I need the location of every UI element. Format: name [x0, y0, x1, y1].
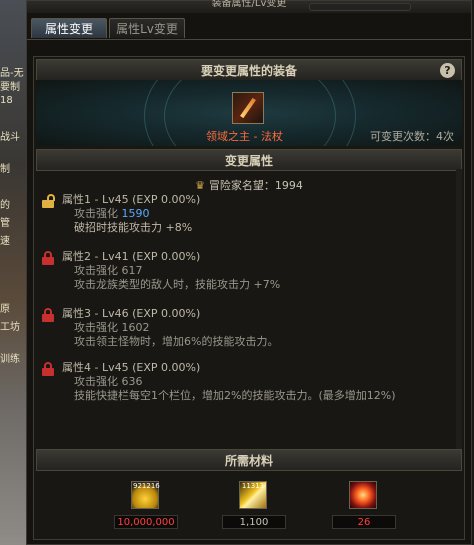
bg-text: 的 — [0, 200, 10, 211]
gold-coins-icon: 921216 — [131, 481, 160, 509]
materials-section-header: 所需材料 — [36, 449, 462, 471]
bg-text: 18 — [0, 95, 13, 106]
titlebar-decoration — [309, 3, 411, 11]
materials-section-title: 所需材料 — [224, 454, 273, 468]
materials-list: 921216 10,000,000 11313 1,100 26 — [36, 471, 462, 537]
lock-icon[interactable] — [42, 251, 54, 265]
bg-text: 工坊 — [0, 322, 20, 333]
change-section-header: 变更属性 — [36, 149, 462, 171]
bg-text: 战斗 — [0, 132, 20, 143]
tab-attribute-change[interactable]: 属性变更 — [31, 18, 107, 38]
equipment-section-header: 要变更属性的装备 ? — [36, 59, 462, 81]
fame-text: 冒险家名望：1994 — [208, 179, 303, 192]
tab-attribute-level-change[interactable]: 属性Lv变更 — [109, 18, 185, 38]
unlock-icon[interactable] — [42, 194, 55, 208]
bg-text: 速 — [0, 236, 10, 247]
item-name: 领域之主 - 法杖 — [206, 130, 283, 143]
staff-item-icon[interactable] — [232, 92, 264, 124]
material-gem[interactable]: 11313 1,100 — [222, 481, 286, 531]
bg-text: 训练 — [0, 354, 20, 365]
equipment-display: 领域之主 - 法杖 可变更次数：4次 — [36, 80, 462, 146]
attribute-effect: 攻击龙族类型的敌人时，技能攻击力 +7% — [74, 278, 281, 291]
bg-text: 制 — [0, 164, 10, 175]
equipment-section-title: 要变更属性的装备 — [200, 64, 297, 78]
material-count: 26 — [332, 515, 396, 529]
main-panel: 要变更属性的装备 ? 领域之主 - 法杖 可变更次数：4次 变更属性 ♛ 冒险家名… — [33, 56, 465, 540]
help-button[interactable]: ? — [440, 63, 455, 78]
attribute-scrollbar[interactable] — [456, 169, 462, 449]
lock-icon[interactable] — [42, 308, 54, 322]
equipment-attribute-window: 装备属性/Lv变更 属性变更 属性Lv变更 要变更属性的装备 ? 领域之主 - … — [26, 0, 472, 545]
window-title: 装备属性/Lv变更 — [211, 0, 287, 9]
bg-text: 要制 — [0, 82, 20, 93]
orb-icon — [349, 481, 377, 509]
bg-text: 原 — [0, 304, 10, 315]
material-count: 1,100 — [222, 515, 286, 529]
bg-text: 管 — [0, 218, 10, 229]
lock-icon[interactable] — [42, 362, 54, 376]
tab-bar: 属性变更 属性Lv变更 — [27, 15, 471, 40]
gem-icon: 11313 — [239, 481, 267, 509]
change-section-title: 变更属性 — [224, 154, 273, 168]
attribute-effect: 技能快捷栏每空1个栏位，增加2%的技能攻击力。(最多增加12%) — [74, 389, 396, 402]
material-count: 10,000,000 — [114, 515, 178, 529]
window-titlebar[interactable]: 装备属性/Lv变更 — [27, 0, 471, 13]
attribute-effect: 攻击领主怪物时，增加6%的技能攻击力。 — [74, 335, 279, 348]
remaining-changes: 可变更次数：4次 — [370, 130, 454, 143]
material-gold[interactable]: 921216 10,000,000 — [114, 481, 178, 531]
bg-text: 品-无 — [0, 68, 24, 79]
attribute-effect: 破招时技能攻击力 +8% — [74, 221, 193, 234]
material-orb[interactable]: 26 — [332, 481, 396, 531]
